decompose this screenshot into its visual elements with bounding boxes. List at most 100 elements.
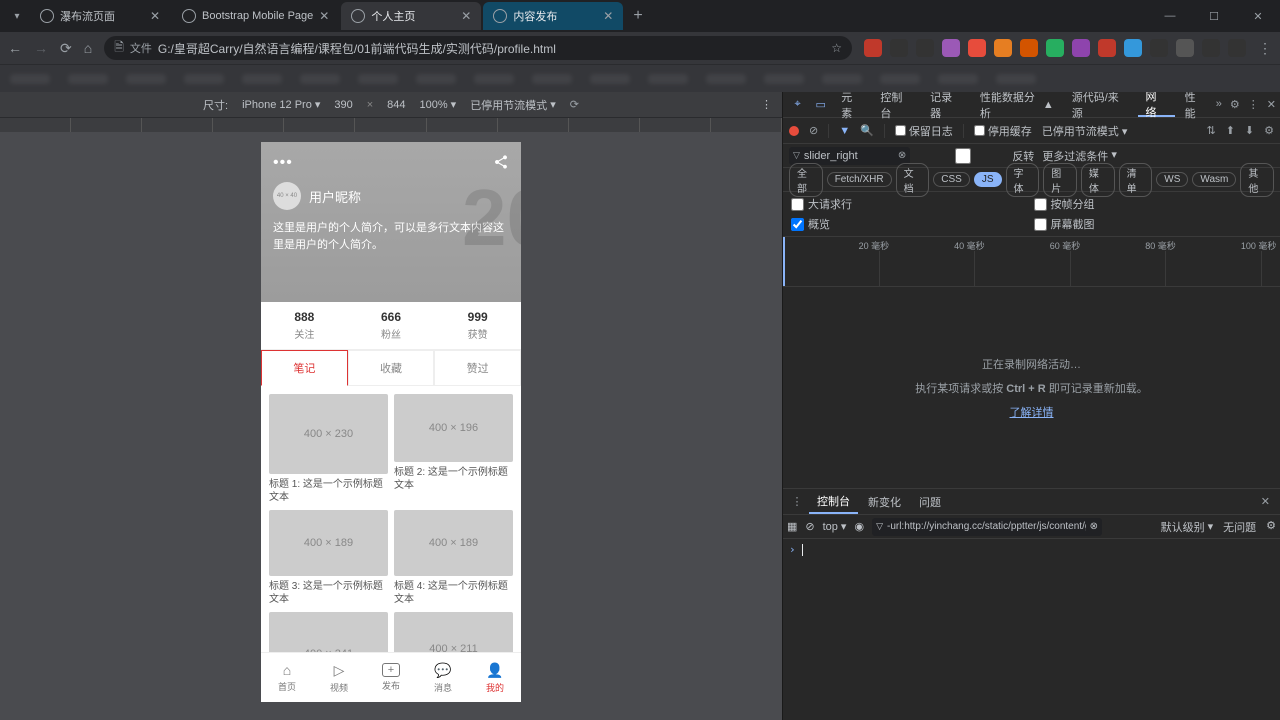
extension-icon[interactable] (994, 39, 1012, 57)
feed-card[interactable]: 400 × 230标题 1: 这是一个示例标题文本 (269, 394, 388, 504)
throttle-select[interactable]: 已停用节流模式 ▾ (470, 97, 556, 113)
extension-icon[interactable] (890, 39, 908, 57)
feed-card[interactable]: 400 × 241 (269, 612, 388, 652)
home-button[interactable]: ⌂ (84, 40, 92, 56)
device-height[interactable]: 844 (387, 99, 405, 111)
avatar[interactable]: 40 × 40 (273, 182, 301, 210)
level-dropdown[interactable]: 默认级别 ▾ (1161, 519, 1214, 535)
forward-button[interactable]: → (34, 40, 48, 56)
dt-tab-sources[interactable]: 源代码/来源 (1064, 92, 1136, 117)
screenshot-checkbox[interactable]: 屏幕截图 (1034, 216, 1273, 232)
extension-icon[interactable] (864, 39, 882, 57)
extension-icon[interactable] (1176, 39, 1194, 57)
close-icon[interactable]: ✕ (603, 9, 613, 23)
clear-filter-icon[interactable]: ⊗ (1090, 521, 1098, 532)
device-more-icon[interactable]: ⋮ (761, 98, 772, 111)
more-tabs-icon[interactable]: » (1216, 98, 1222, 111)
new-tab-button[interactable]: + (625, 7, 650, 25)
extension-icon[interactable] (916, 39, 934, 57)
dt-tab-recorder[interactable]: 记录器 (922, 92, 970, 117)
group-checkbox[interactable]: 按帧分组 (1034, 196, 1273, 212)
extension-icon[interactable] (942, 39, 960, 57)
drawer-tab-changes[interactable]: 新变化 (860, 489, 909, 514)
dt-tab-elements[interactable]: 元素 (833, 92, 870, 117)
star-icon[interactable]: ☆ (831, 41, 842, 55)
invert-checkbox[interactable]: 反转 (918, 148, 1034, 164)
stat-follow[interactable]: 888关注 (261, 302, 348, 349)
back-button[interactable]: ← (8, 40, 22, 56)
waterfall-overview[interactable]: 20 毫秒40 毫秒60 毫秒80 毫秒100 毫秒 (783, 237, 1280, 287)
bigreq-checkbox[interactable]: 大请求行 (791, 196, 1030, 212)
kebab-menu-icon[interactable]: ⋮ (1258, 40, 1272, 57)
filter-input-wrap[interactable]: ▽ ⊗ (789, 147, 910, 165)
feed-grid[interactable]: 400 × 230标题 1: 这是一个示例标题文本400 × 196标题 2: … (261, 386, 521, 652)
sidebar-icon[interactable]: ▦ (787, 520, 797, 533)
type-chip-fetch/xhr[interactable]: Fetch/XHR (827, 172, 892, 187)
filter-input[interactable] (804, 150, 894, 162)
learn-more-link[interactable]: 了解详情 (1010, 404, 1054, 420)
close-button[interactable]: ✕ (1236, 2, 1280, 30)
extension-icon[interactable] (1124, 39, 1142, 57)
close-icon[interactable]: ✕ (150, 9, 160, 23)
drawer-menu-icon[interactable]: ⋮ (787, 495, 807, 508)
console-filter-wrap[interactable]: ▽ ⊗ (872, 518, 1102, 536)
zoom-select[interactable]: 100% ▾ (420, 98, 457, 111)
extension-icon[interactable] (1228, 39, 1246, 57)
gear-icon[interactable]: ⚙ (1230, 98, 1240, 111)
nav-msg[interactable]: 💬消息 (417, 653, 469, 702)
clear-button[interactable]: ⊘ (809, 124, 818, 137)
extension-icon[interactable] (968, 39, 986, 57)
tab-3[interactable]: 内容发布✕ (483, 2, 623, 30)
feed-card[interactable]: 400 × 189标题 4: 这是一个示例标题文本 (394, 510, 513, 606)
stat-fans[interactable]: 666粉丝 (348, 302, 435, 349)
close-devtools-icon[interactable]: ✕ (1267, 98, 1276, 111)
tab-notes[interactable]: 笔记 (261, 350, 348, 386)
tab-liked[interactable]: 赞过 (434, 350, 521, 386)
tabs-dropdown-icon[interactable]: ▾ (8, 7, 26, 25)
maximize-button[interactable]: ☐ (1192, 2, 1236, 30)
device-select[interactable]: iPhone 12 Pro ▾ (242, 98, 320, 111)
console-gear-icon[interactable]: ⚙ (1266, 519, 1276, 535)
search-icon[interactable]: 🔍 (860, 124, 874, 137)
disable-cache-checkbox[interactable]: 停用缓存 (974, 123, 1032, 139)
preserve-log-checkbox[interactable]: 保留日志 (895, 123, 953, 139)
extension-icon[interactable] (1098, 39, 1116, 57)
close-icon[interactable]: ✕ (461, 9, 471, 23)
feed-card[interactable]: 400 × 189标题 3: 这是一个示例标题文本 (269, 510, 388, 606)
extension-icon[interactable] (1202, 39, 1220, 57)
more-filters-dropdown[interactable]: 更多过滤条件 ▾ (1042, 148, 1117, 164)
wifi-icon[interactable]: ⇅ (1206, 124, 1215, 137)
type-chip-css[interactable]: CSS (933, 172, 970, 187)
minimize-button[interactable]: — (1148, 2, 1192, 30)
extension-icon[interactable] (1046, 39, 1064, 57)
eye-icon[interactable]: ◉ (854, 520, 864, 533)
close-icon[interactable]: ✕ (319, 9, 329, 23)
drawer-close-icon[interactable]: ✕ (1255, 495, 1276, 508)
download-icon[interactable]: ⬇ (1245, 124, 1254, 137)
stat-likes[interactable]: 999获赞 (434, 302, 521, 349)
filter-icon[interactable]: ▼ (839, 125, 850, 137)
type-chip-js[interactable]: JS (974, 172, 1002, 187)
console-filter-input[interactable] (887, 521, 1086, 532)
device-mode-icon[interactable]: ▭ (810, 98, 831, 111)
extension-icon[interactable] (1150, 39, 1168, 57)
throttle-dropdown[interactable]: 已停用节流模式 ▾ (1042, 123, 1128, 139)
clear-filter-icon[interactable]: ⊗ (898, 150, 906, 161)
drawer-tab-console[interactable]: 控制台 (809, 489, 858, 514)
record-button[interactable] (789, 126, 799, 136)
console-body[interactable]: › (783, 539, 1280, 720)
extension-icon[interactable] (1020, 39, 1038, 57)
tab-0[interactable]: 瀑布流页面✕ (30, 2, 170, 30)
dt-tab-performance[interactable]: 性能 (1177, 92, 1214, 117)
tab-1[interactable]: Bootstrap Mobile Page✕ (172, 2, 339, 30)
nav-publish[interactable]: +发布 (365, 653, 417, 702)
mobile-frame[interactable]: ••• 20 40 × 40 用户昵称 这里是用户的个人简介，可以是多行文本内容… (261, 142, 521, 702)
inspect-icon[interactable]: ⌖ (787, 98, 808, 111)
device-width[interactable]: 390 (334, 99, 352, 111)
nav-video[interactable]: ▷视频 (313, 653, 365, 702)
nav-me[interactable]: 👤我的 (469, 653, 521, 702)
reload-button[interactable]: ⟳ (60, 40, 72, 57)
nav-home[interactable]: ⌂首页 (261, 653, 313, 702)
type-chip-ws[interactable]: WS (1156, 172, 1188, 187)
feed-card[interactable]: 400 × 211 (394, 612, 513, 652)
